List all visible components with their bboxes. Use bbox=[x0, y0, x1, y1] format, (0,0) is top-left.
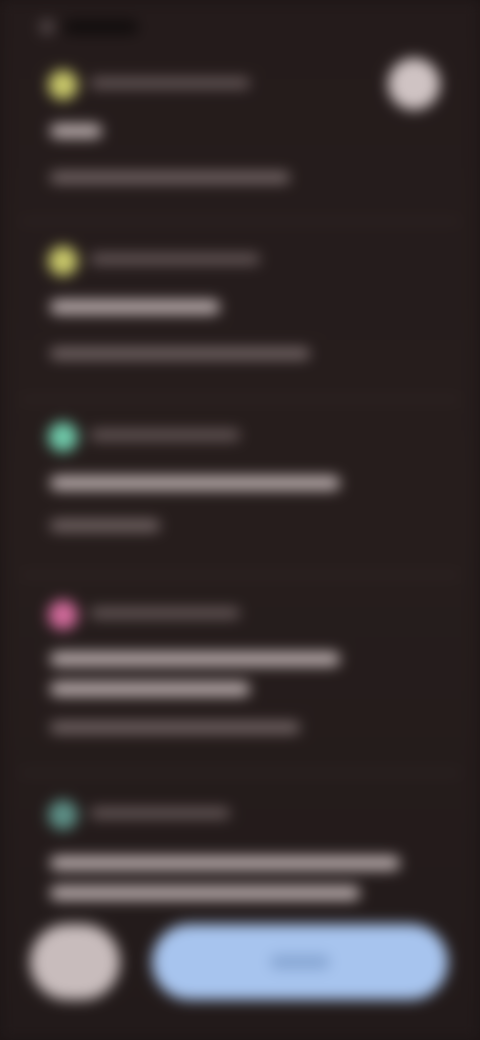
item-5-title-line-2 bbox=[50, 886, 360, 900]
list-item-4[interactable] bbox=[30, 590, 450, 760]
item-1-subtitle bbox=[50, 172, 290, 183]
list-item-1[interactable] bbox=[30, 60, 450, 210]
item-3-dot-icon bbox=[48, 422, 78, 452]
app-screen bbox=[0, 0, 480, 1040]
item-1-dot-icon bbox=[48, 70, 78, 100]
item-4-meta bbox=[90, 608, 240, 618]
primary-action-label-placeholder bbox=[270, 955, 330, 969]
item-2-title bbox=[50, 300, 220, 314]
status-dot-icon bbox=[40, 20, 54, 34]
item-4-dot-icon bbox=[48, 600, 78, 630]
item-3-subtitle bbox=[50, 520, 160, 531]
item-2-meta bbox=[90, 254, 260, 264]
divider-4 bbox=[20, 772, 460, 774]
item-5-meta bbox=[90, 808, 230, 818]
item-4-title-line-2 bbox=[50, 682, 250, 696]
divider-1 bbox=[20, 220, 460, 222]
list-item-3[interactable] bbox=[30, 412, 450, 562]
item-2-dot-icon bbox=[48, 246, 78, 276]
item-4-subtitle bbox=[50, 722, 300, 733]
secondary-action-button[interactable] bbox=[30, 924, 120, 1000]
item-2-subtitle bbox=[50, 348, 310, 359]
item-1-meta bbox=[90, 78, 250, 88]
item-5-dot-icon bbox=[48, 800, 78, 830]
item-4-title-line-1 bbox=[50, 652, 340, 666]
item-1-title bbox=[50, 124, 102, 138]
list-item-2[interactable] bbox=[30, 236, 450, 386]
item-3-meta bbox=[90, 430, 240, 440]
divider-3 bbox=[20, 574, 460, 576]
primary-action-button[interactable] bbox=[152, 924, 448, 1000]
item-5-title-line-1 bbox=[50, 856, 400, 870]
status-bar bbox=[64, 20, 138, 34]
divider-2 bbox=[20, 398, 460, 400]
item-3-title bbox=[50, 476, 340, 490]
list-item-5[interactable] bbox=[30, 790, 450, 920]
